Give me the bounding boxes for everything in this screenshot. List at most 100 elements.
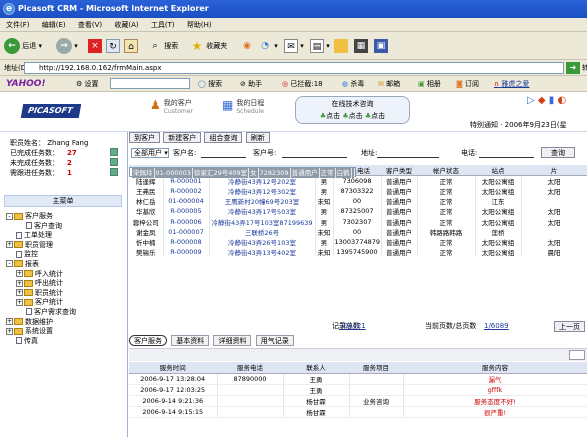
service-column-header[interactable]: 服务项目 — [349, 362, 404, 374]
address-input[interactable]: http://192.168.0.162/frmMain.aspx — [24, 62, 564, 74]
column-header[interactable]: 片 — [521, 165, 587, 176]
diamond-icon[interactable]: ◆ — [538, 95, 546, 106]
favorites-button[interactable]: ★ 收藏夹 — [190, 37, 228, 55]
service-column-header[interactable]: 服务内容 — [403, 362, 587, 374]
address-filter-input[interactable] — [377, 149, 439, 158]
prev-page-button[interactable]: 上一页 — [554, 321, 585, 332]
nav-my-customers[interactable]: ♟ 我的客户 Customer — [150, 98, 193, 115]
menu-file[interactable]: 文件(F) — [6, 21, 30, 29]
tab-customer-service[interactable]: 客户服务 — [129, 335, 167, 346]
menu-item[interactable]: + 职员管理 — [6, 241, 126, 251]
user-filter-select[interactable]: 全部用户 ▾ — [131, 148, 169, 158]
phone-filter-input[interactable] — [479, 149, 534, 158]
menu-item[interactable]: + 呼入统计 — [6, 270, 126, 280]
research-button[interactable]: ▣ — [374, 37, 388, 55]
service-row[interactable]: 2006-9-14 9:21:36 杨甘霖 业务咨询 服务态度不好! — [129, 395, 587, 407]
menu-item[interactable]: 监控 — [6, 250, 126, 260]
folder-button[interactable] — [334, 37, 348, 55]
mail-button[interactable]: ✉ ▾ — [284, 37, 304, 55]
online-support-link-3[interactable]: ♣点击 — [365, 112, 385, 120]
service-row[interactable]: 2006-9-14 9:15:15 杨甘霖 很严重! — [129, 406, 587, 418]
collapse-icon[interactable]: - — [6, 212, 13, 220]
service-toolbar-button[interactable] — [569, 350, 585, 360]
expand-icon[interactable]: + — [16, 270, 23, 278]
history-button[interactable]: ◔ ▾ — [258, 37, 278, 55]
table-row[interactable]: 樊锡乐 R-000009 冷静街43弄13号402室 未知 1395745900 普通用户… — [129, 247, 587, 258]
online-support-link-1[interactable]: ♣点击 — [320, 112, 340, 120]
expand-icon[interactable]: + — [16, 279, 23, 287]
exit-icon[interactable]: ◐ — [557, 95, 566, 106]
tab-basic-info[interactable]: 基本资料 — [171, 335, 210, 346]
yahoo-subscribe[interactable]: ◙ 订阅 — [456, 76, 479, 92]
back-button[interactable]: ← 后退 ▾ — [4, 37, 42, 55]
print-button[interactable]: ▤ ▾ — [310, 37, 330, 55]
column-header[interactable]: 站点 — [475, 165, 522, 176]
column-header[interactable]: 客户类型 — [381, 165, 418, 176]
completed-tasks-button[interactable] — [110, 148, 118, 156]
menu-item[interactable]: - 报表 — [6, 260, 126, 270]
tab-detail-info[interactable]: 详细资料 — [213, 335, 252, 346]
pending-tasks-button[interactable] — [110, 158, 118, 166]
home-button[interactable]: ⌂ — [124, 37, 138, 55]
table-row[interactable]: 蓉梓公司 R-000006 冷静街43弄17号103室87199639 男 730230… — [129, 216, 587, 227]
query-button[interactable]: 查询 — [541, 147, 575, 158]
service-column-header[interactable]: 服务时间 — [129, 362, 218, 374]
service-column-header[interactable]: 服务电话 — [217, 362, 284, 374]
expand-icon[interactable]: + — [6, 241, 13, 249]
yahoo-search-input[interactable] — [110, 78, 190, 89]
expand-icon[interactable]: + — [16, 289, 23, 297]
menu-item[interactable]: 工单处理 — [6, 231, 126, 241]
yahoo-logo[interactable]: YAHOO! — [6, 76, 46, 92]
collapse-icon[interactable]: - — [6, 260, 13, 268]
service-row[interactable]: 2006-9-17 12:03:25 王勇 gfffk — [129, 384, 587, 396]
stop-button[interactable]: × — [88, 37, 102, 55]
mail-alert-icon[interactable]: ▮ — [549, 95, 555, 106]
media-button[interactable]: ◉ — [240, 37, 254, 55]
menu-item[interactable]: + 系统设置 — [6, 327, 126, 337]
customer-name-input[interactable] — [201, 149, 246, 158]
menu-item[interactable]: + 客户统计 — [6, 298, 126, 308]
nav-my-schedule[interactable]: ▦ 我的日程 Schedule — [222, 98, 264, 115]
menu-item[interactable]: + 职员统计 — [6, 289, 126, 299]
go-button[interactable]: ➜ — [566, 62, 580, 74]
yahoo-search-button[interactable]: ◯ 搜索 — [198, 76, 222, 92]
refresh-button[interactable]: ↻ — [106, 37, 120, 55]
service-row[interactable]: 2006-9-17 13:28:04 87890000 王勇 漏气 — [129, 373, 587, 385]
yahoo-shop[interactable]: ∩ 雅虎之爱 — [494, 76, 529, 92]
column-header[interactable]: 帐户状态 — [417, 165, 476, 176]
customer-number-input[interactable] — [282, 149, 347, 158]
table-row[interactable]: 华基欣 R-000005 冷静街43弄17号503室男 87325007 普通用户 正常太… — [129, 206, 587, 217]
online-support-link-2[interactable]: ♣点击 — [342, 112, 362, 120]
table-row[interactable]: 林仁岳 01-000004 王鹰新村20幢69号203室 未知 00 普通用户 正常 江东 — [129, 196, 587, 207]
menu-view[interactable]: 查看(V) — [78, 21, 102, 29]
forward-button[interactable]: → ▾ — [56, 37, 78, 55]
yahoo-album[interactable]: ▣ 相册 — [418, 76, 441, 92]
followup-tasks-button[interactable] — [110, 168, 118, 176]
messenger-button[interactable]: ▦ — [354, 37, 368, 55]
tab-gas-usage[interactable]: 用气记录 — [255, 335, 294, 346]
expand-icon[interactable]: + — [6, 318, 13, 326]
table-row[interactable]: 谢金凤 01-000007 三联桥26号 未知 00 普通用户 韩路路韩路 莲桥 — [129, 226, 587, 237]
new-customer-button[interactable]: 新建客户 — [163, 132, 202, 143]
search-button[interactable]: ⌕ 搜索 — [148, 37, 178, 55]
yahoo-antivirus[interactable]: ◍ 杀毒 — [342, 76, 364, 92]
yahoo-mail[interactable]: ✉ 邮箱 — [378, 76, 400, 92]
service-column-header[interactable]: 联系人 — [283, 362, 350, 374]
table-row[interactable]: 王弗民 R-000002 冷静街43弄12号302室男 87303322 普通用户 正常太… — [129, 186, 587, 197]
menu-item[interactable]: - 客户服务 — [6, 212, 126, 222]
menu-item[interactable]: + 数据维护 — [6, 318, 126, 328]
menu-favorites[interactable]: 收藏(A) — [114, 21, 138, 29]
refresh-button[interactable]: 刷新 — [245, 132, 270, 143]
yahoo-settings[interactable]: ⚙ 设置 — [76, 76, 99, 92]
menu-item[interactable]: + 呼出统计 — [6, 279, 126, 289]
expand-icon[interactable]: + — [16, 298, 23, 306]
table-row[interactable]: 宋佩玲 01-000003 徐家汇29号409室女 7282309 普通用户 正常 白鹤 — [129, 167, 356, 179]
yahoo-assist[interactable]: ⊘ 助手 — [240, 76, 262, 92]
menu-edit[interactable]: 编辑(E) — [42, 21, 66, 29]
menu-item[interactable]: 客户需求查询 — [6, 308, 126, 318]
menu-help[interactable]: 帮助(H) — [187, 21, 212, 29]
combo-query-button[interactable]: 组合查询 — [204, 132, 243, 143]
yahoo-blocked[interactable]: ◎ 已拦截:18 — [282, 76, 323, 92]
goto-customer-button[interactable]: 到客户 — [129, 132, 160, 143]
shortcut-icon[interactable]: ▷ — [527, 95, 535, 106]
